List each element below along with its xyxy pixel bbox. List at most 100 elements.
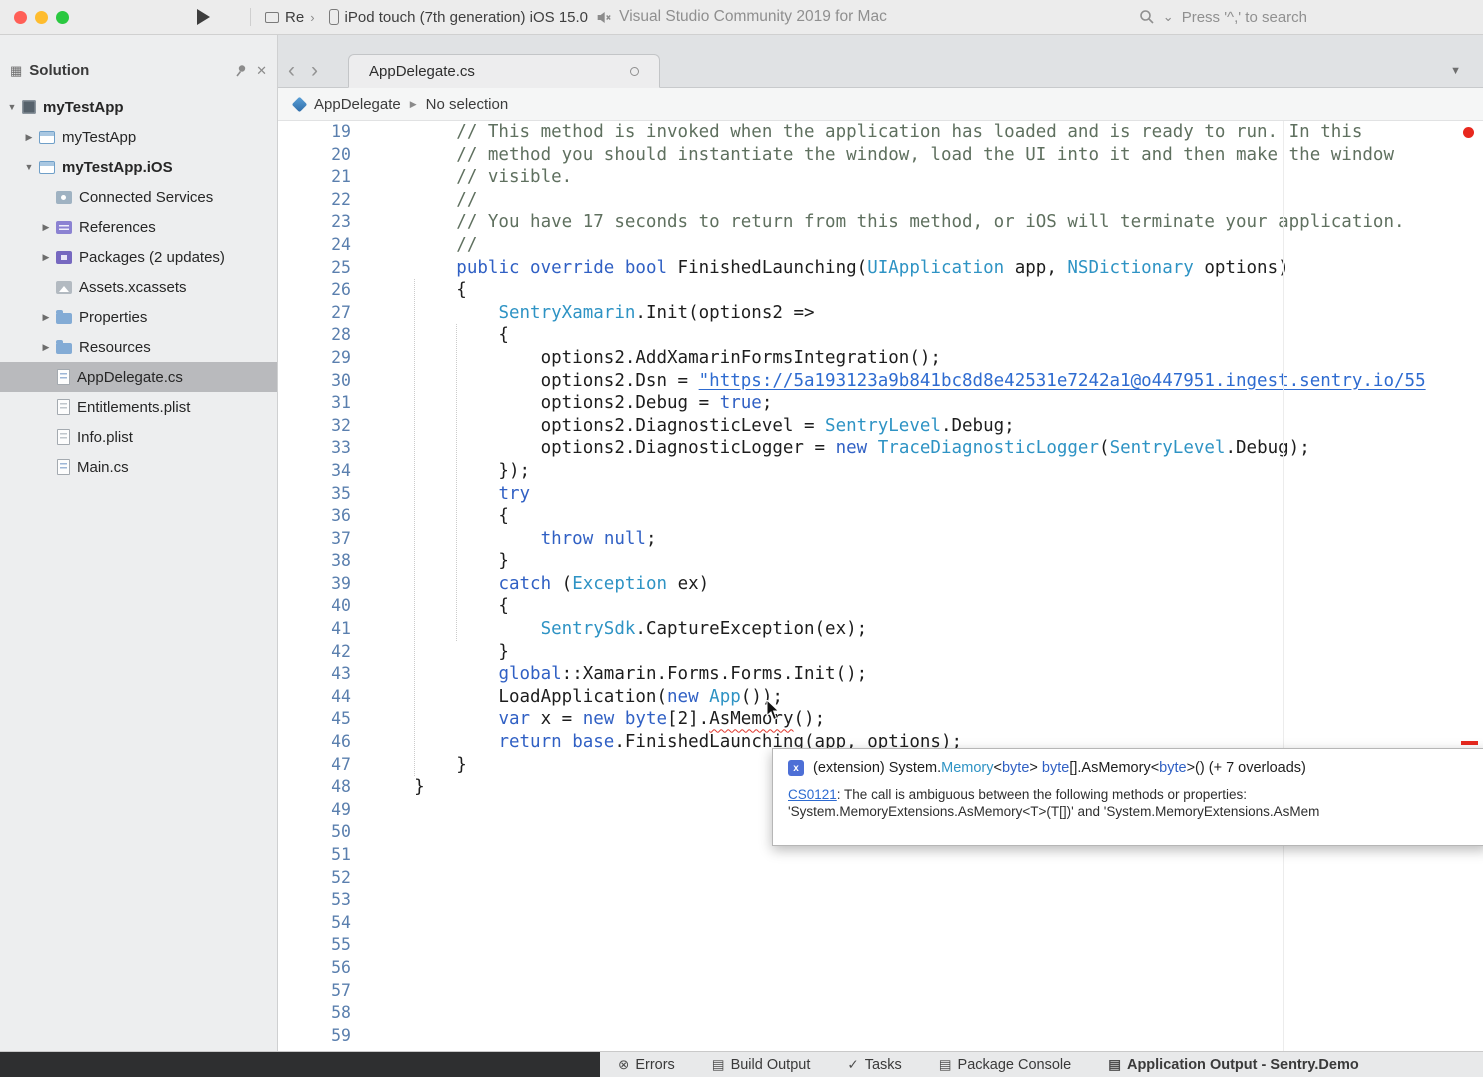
tree-item-mytestapp[interactable]: ▶myTestApp — [0, 122, 277, 152]
code-line-35[interactable]: 35 try — [278, 483, 1483, 506]
line-number[interactable]: 50 — [278, 821, 351, 844]
line-number[interactable]: 41 — [278, 618, 351, 641]
code-line-40[interactable]: 40 { — [278, 595, 1483, 618]
code-line-22[interactable]: 22 // — [278, 189, 1483, 212]
code-editor[interactable]: 19 // This method is invoked when the ap… — [278, 121, 1483, 1051]
disclosure-collapsed-icon[interactable]: ▶ — [38, 312, 54, 323]
tab-list-dropdown-icon[interactable]: ▼ — [1450, 65, 1461, 77]
code-line-43[interactable]: 43 global::Xamarin.Forms.Forms.Init(); — [278, 663, 1483, 686]
line-number[interactable]: 19 — [278, 121, 351, 144]
line-number[interactable]: 34 — [278, 460, 351, 483]
device-selector[interactable]: iPod touch (7th generation) iOS 15.0 — [329, 9, 589, 26]
line-number[interactable]: 53 — [278, 889, 351, 912]
error-code-link[interactable]: CS0121 — [788, 787, 837, 802]
code-line-44[interactable]: 44 LoadApplication(new App()); — [278, 686, 1483, 709]
line-number[interactable]: 52 — [278, 867, 351, 890]
tab-modified-indicator[interactable] — [630, 67, 639, 76]
code-line-45[interactable]: 45 var x = new byte[2].AsMemory(); — [278, 708, 1483, 731]
code-line-26[interactable]: 26 { — [278, 279, 1483, 302]
code-line-55[interactable]: 55 — [278, 934, 1483, 957]
code-line-36[interactable]: 36 { — [278, 505, 1483, 528]
tree-item-connected-services[interactable]: Connected Services — [0, 182, 277, 212]
line-number[interactable]: 49 — [278, 799, 351, 822]
line-number[interactable]: 20 — [278, 144, 351, 167]
disclosure-collapsed-icon[interactable]: ▶ — [38, 342, 54, 353]
tree-item-mytestapp[interactable]: ▼myTestApp — [0, 92, 277, 122]
code-line-24[interactable]: 24 // — [278, 234, 1483, 257]
disclosure-collapsed-icon[interactable]: ▶ — [38, 252, 54, 263]
line-number[interactable]: 23 — [278, 211, 351, 234]
line-number[interactable]: 26 — [278, 279, 351, 302]
line-number[interactable]: 31 — [278, 392, 351, 415]
line-number[interactable]: 42 — [278, 641, 351, 664]
navigate-forward-button[interactable]: › — [311, 59, 318, 83]
disclosure-collapsed-icon[interactable]: ▶ — [38, 222, 54, 233]
close-window-button[interactable] — [14, 11, 27, 24]
line-number[interactable]: 35 — [278, 483, 351, 506]
line-number[interactable]: 46 — [278, 731, 351, 754]
code-line-51[interactable]: 51 — [278, 844, 1483, 867]
code-line-56[interactable]: 56 — [278, 957, 1483, 980]
line-number[interactable]: 25 — [278, 257, 351, 280]
tree-item-properties[interactable]: ▶Properties — [0, 302, 277, 332]
pad-tab-errors[interactable]: ⊗Errors — [618, 1057, 675, 1073]
code-line-30[interactable]: 30 options2.Dsn = "https://5a193123a9b84… — [278, 370, 1483, 393]
pin-icon[interactable] — [234, 64, 247, 77]
scrollbar-error-marker[interactable] — [1461, 741, 1478, 745]
code-line-29[interactable]: 29 options2.AddXamarinFormsIntegration()… — [278, 347, 1483, 370]
line-number[interactable]: 45 — [278, 708, 351, 731]
line-number[interactable]: 33 — [278, 437, 351, 460]
line-number[interactable]: 57 — [278, 980, 351, 1003]
code-line-32[interactable]: 32 options2.DiagnosticLevel = SentryLeve… — [278, 415, 1483, 438]
code-line-58[interactable]: 58 — [278, 1002, 1483, 1025]
code-line-23[interactable]: 23 // You have 17 seconds to return from… — [278, 211, 1483, 234]
run-button[interactable] — [197, 9, 210, 25]
line-number[interactable]: 56 — [278, 957, 351, 980]
tree-item-references[interactable]: ▶References — [0, 212, 277, 242]
minimize-window-button[interactable] — [35, 11, 48, 24]
tree-item-appdelegate-cs[interactable]: AppDelegate.cs — [0, 362, 277, 392]
pad-tab-application-output-sentry-demo[interactable]: ▤Application Output - Sentry.Demo — [1108, 1057, 1359, 1073]
pad-tab-package-console[interactable]: ▤Package Console — [939, 1057, 1071, 1073]
line-number[interactable]: 58 — [278, 1002, 351, 1025]
line-number[interactable]: 28 — [278, 324, 351, 347]
line-number[interactable]: 22 — [278, 189, 351, 212]
code-line-25[interactable]: 25 public override bool FinishedLaunchin… — [278, 257, 1483, 280]
pad-tab-build-output[interactable]: ▤Build Output — [712, 1057, 811, 1073]
code-line-28[interactable]: 28 { — [278, 324, 1483, 347]
code-line-31[interactable]: 31 options2.Debug = true; — [278, 392, 1483, 415]
zoom-window-button[interactable] — [56, 11, 69, 24]
line-number[interactable]: 32 — [278, 415, 351, 438]
line-number[interactable]: 36 — [278, 505, 351, 528]
tree-item-resources[interactable]: ▶Resources — [0, 332, 277, 362]
line-number[interactable]: 37 — [278, 528, 351, 551]
code-line-34[interactable]: 34 }); — [278, 460, 1483, 483]
line-number[interactable]: 54 — [278, 912, 351, 935]
search-box[interactable]: ⌄ Press '^,' to search — [1139, 9, 1307, 26]
line-number[interactable]: 27 — [278, 302, 351, 325]
line-number[interactable]: 59 — [278, 1025, 351, 1048]
tree-item-mytestapp-ios[interactable]: ▼myTestApp.iOS — [0, 152, 277, 182]
breadcrumb-selection[interactable]: No selection — [426, 96, 509, 113]
code-line-42[interactable]: 42 } — [278, 641, 1483, 664]
breadcrumb-class[interactable]: AppDelegate — [314, 96, 401, 113]
tab-appdelegate[interactable]: AppDelegate.cs — [348, 54, 660, 88]
tree-item-packages-2-updates[interactable]: ▶Packages (2 updates) — [0, 242, 277, 272]
code-line-33[interactable]: 33 options2.DiagnosticLogger = new Trace… — [278, 437, 1483, 460]
code-line-20[interactable]: 20 // method you should instantiate the … — [278, 144, 1483, 167]
line-number[interactable]: 30 — [278, 370, 351, 393]
close-pad-icon[interactable]: ✕ — [256, 63, 267, 79]
disclosure-expanded-icon[interactable]: ▼ — [21, 162, 37, 172]
code-line-57[interactable]: 57 — [278, 980, 1483, 1003]
code-line-37[interactable]: 37 throw null; — [278, 528, 1483, 551]
line-number[interactable]: 21 — [278, 166, 351, 189]
code-line-54[interactable]: 54 — [278, 912, 1483, 935]
code-line-27[interactable]: 27 SentryXamarin.Init(options2 => — [278, 302, 1483, 325]
tree-item-entitlements-plist[interactable]: Entitlements.plist — [0, 392, 277, 422]
tree-item-main-cs[interactable]: Main.cs — [0, 452, 277, 482]
code-line-52[interactable]: 52 — [278, 867, 1483, 890]
code-line-41[interactable]: 41 SentrySdk.CaptureException(ex); — [278, 618, 1483, 641]
line-number[interactable]: 39 — [278, 573, 351, 596]
disclosure-collapsed-icon[interactable]: ▶ — [21, 132, 37, 143]
url-link[interactable]: "https://5a193123a9b841bc8d8e42531e7242a… — [699, 371, 1426, 391]
